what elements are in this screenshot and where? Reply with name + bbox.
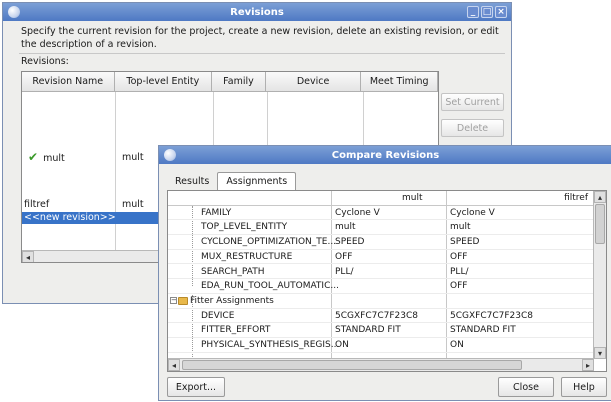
- table-row[interactable]: ✔ mult: [28, 150, 65, 164]
- value-mult: SPEED: [335, 237, 365, 248]
- value-filtref: OFF: [450, 281, 468, 292]
- scrollbar-thumb[interactable]: [595, 204, 605, 244]
- revision-name[interactable]: filtref: [24, 199, 49, 210]
- export-button[interactable]: Export...: [167, 377, 225, 397]
- table-row[interactable]: MUX_RESTRUCTURE OFF OFF: [168, 250, 594, 265]
- close-icon[interactable]: ×: [495, 6, 507, 18]
- compare-titlebar[interactable]: Compare Revisions: [159, 146, 611, 164]
- value-filtref: ON: [450, 340, 464, 350]
- tab-results[interactable]: Results: [167, 173, 217, 190]
- revision-name: mult: [43, 153, 65, 164]
- column-header-family[interactable]: Family: [212, 72, 266, 92]
- scrollbar-thumb[interactable]: [182, 360, 522, 370]
- table-row[interactable]: FAMILY Cyclone V Cyclone V: [168, 206, 594, 221]
- folder-icon: [178, 296, 188, 305]
- value-mult: mult: [335, 222, 356, 233]
- horizontal-scrollbar[interactable]: ◂ ▸: [168, 358, 594, 371]
- app-icon: [8, 6, 20, 18]
- maximize-icon[interactable]: □: [481, 6, 493, 18]
- assignment-name: MUX_RESTRUCTURE: [201, 251, 293, 262]
- app-icon: [164, 149, 176, 161]
- scroll-right-icon[interactable]: ▸: [582, 359, 594, 371]
- assignment-name: EDA_RUN_TOOL_AUTOMATIC...: [201, 281, 339, 292]
- revision-entity: mult: [122, 152, 144, 163]
- assignment-name: PHYSICAL_SYNTHESIS_REGIS...: [201, 340, 340, 350]
- scroll-down-icon[interactable]: ▾: [594, 347, 606, 359]
- value-mult: ON: [335, 340, 349, 350]
- table-row[interactable]: TOP_LEVEL_ENTITY mult mult: [168, 220, 594, 236]
- value-mult: OFF: [335, 251, 353, 262]
- close-button[interactable]: Close: [498, 377, 554, 397]
- assignment-name: FITTER_EFFORT: [201, 325, 271, 336]
- group-row[interactable]: − Fitter Assignments: [168, 294, 594, 309]
- table-row[interactable]: CYCLONE_OPTIMIZATION_TE... SPEED SPEED: [168, 235, 594, 250]
- column-header-meet-timing[interactable]: Meet Timing: [361, 72, 438, 92]
- value-filtref: PLL/: [450, 266, 469, 277]
- help-button[interactable]: Help: [561, 377, 607, 397]
- value-filtref: SPEED: [450, 237, 480, 248]
- table-row[interactable]: PHYSICAL_SYNTHESIS_REGIS... ON ON: [168, 338, 594, 353]
- grid-header: mult filtref: [168, 191, 594, 206]
- column-divider: [115, 92, 116, 250]
- table-row[interactable]: SEARCH_PATH PLL/PLL/: [168, 265, 594, 280]
- tab-assignments[interactable]: Assignments: [217, 172, 297, 190]
- assignment-name: Fitter Assignments: [190, 295, 274, 306]
- tree-collapse-icon[interactable]: −: [170, 296, 177, 304]
- assignments-grid[interactable]: mult filtref FAMILY Cyclone V Cyclone V TOP…: [167, 190, 607, 372]
- value-mult: STANDARD FIT: [335, 325, 401, 336]
- scroll-left-icon[interactable]: ◂: [22, 251, 34, 262]
- column-header-mult[interactable]: mult: [402, 193, 423, 203]
- check-icon: ✔: [28, 150, 39, 164]
- column-header-filtref[interactable]: filtref: [564, 193, 588, 203]
- tab-bar: Results Assignments: [167, 172, 297, 190]
- table-row[interactable]: EDA_RUN_TOOL_AUTOMATIC... OFF: [168, 279, 594, 294]
- revisions-titlebar[interactable]: Revisions _ □ ×: [3, 3, 511, 21]
- vertical-scrollbar[interactable]: ▴ ▾: [593, 191, 606, 359]
- column-header-revision-name[interactable]: Revision Name: [22, 72, 115, 92]
- table-row[interactable]: FITTER_EFFORT STANDARD FIT STANDARD FIT: [168, 323, 594, 338]
- revision-entity: mult: [122, 199, 144, 210]
- set-current-button[interactable]: Set Current: [441, 93, 504, 111]
- window-title: Compare Revisions: [331, 149, 440, 161]
- value-mult: 5CGXFC7C7F23C8: [335, 310, 418, 321]
- value-filtref: Cyclone V: [450, 207, 495, 218]
- window-title: Revisions: [230, 6, 284, 18]
- divider: [19, 53, 505, 54]
- value-filtref: STANDARD FIT: [450, 325, 516, 336]
- value-filtref: 5CGXFC7C7F23C8: [450, 310, 533, 321]
- column-header-top-level-entity[interactable]: Top-level Entity: [114, 72, 213, 92]
- assignment-name: TOP_LEVEL_ENTITY: [201, 222, 288, 233]
- column-header-device[interactable]: Device: [265, 72, 362, 92]
- assignment-name: SEARCH_PATH: [201, 266, 265, 277]
- compare-revisions-window: Compare Revisions Results Assignments mu…: [158, 145, 611, 401]
- assignment-name: CYCLONE_OPTIMIZATION_TE...: [201, 237, 337, 248]
- value-mult: PLL/: [335, 266, 354, 277]
- assignment-name: DEVICE: [201, 310, 235, 321]
- scroll-up-icon[interactable]: ▴: [594, 191, 606, 203]
- revisions-description: Specify the current revision for the pro…: [21, 26, 499, 50]
- minimize-icon[interactable]: _: [467, 6, 479, 18]
- value-mult: Cyclone V: [335, 207, 380, 218]
- revisions-label: Revisions:: [21, 56, 69, 67]
- scroll-left-icon[interactable]: ◂: [168, 359, 180, 371]
- assignment-name: FAMILY: [201, 207, 232, 218]
- delete-button[interactable]: Delete: [441, 119, 504, 137]
- revisions-table-header: Revision Name Top-level Entity Family De…: [22, 72, 438, 92]
- table-row[interactable]: DEVICE 5CGXFC7C7F23C8 5CGXFC7C7F23C8: [168, 309, 594, 324]
- value-filtref: mult: [450, 222, 471, 233]
- value-filtref: OFF: [450, 251, 468, 262]
